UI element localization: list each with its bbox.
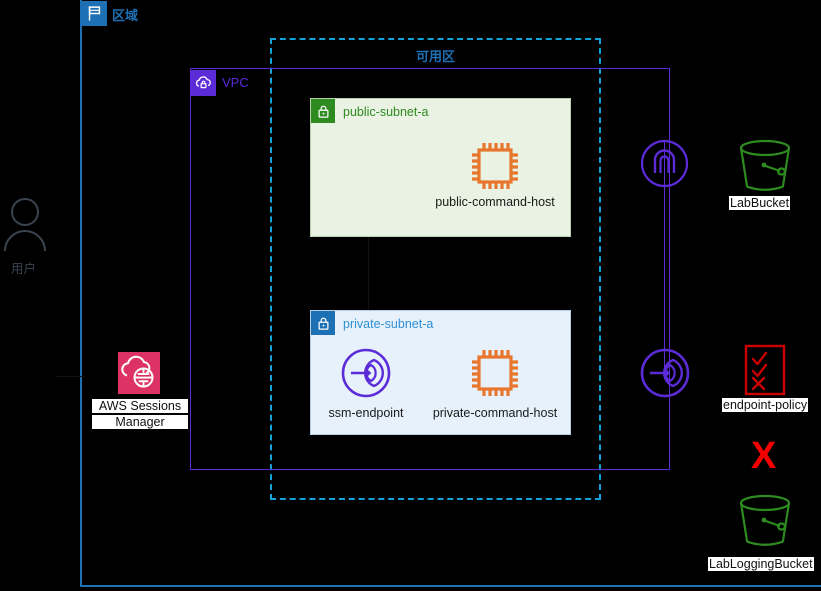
user-label: 用户 xyxy=(11,262,37,276)
sessions-manager-label-line1: AWS Sessions xyxy=(92,399,188,413)
policy-document-icon xyxy=(744,344,786,396)
vpc-endpoint-icon-interface xyxy=(640,348,690,398)
availability-zone-label: 可用区 xyxy=(415,49,455,64)
vpc-label: VPC xyxy=(222,75,249,90)
diagram-canvas: 区域 可用区 VPC 用户 AWS Sessions Manager publi… xyxy=(0,0,821,591)
ec2-instance-icon-public xyxy=(468,140,522,192)
subnet-lock-icon xyxy=(311,99,335,123)
private-subnet-label: private-subnet-a xyxy=(343,317,434,331)
endpoint-policy-label: endpoint-policy xyxy=(722,398,809,412)
vpc-gateway-endpoint-icon xyxy=(640,139,689,188)
s3-bucket-icon-logging xyxy=(736,493,794,551)
public-command-host-label: public-command-host xyxy=(435,195,555,209)
region-label: 区域 xyxy=(112,8,139,23)
public-subnet: public-subnet-a xyxy=(310,98,571,237)
region-flag-icon xyxy=(82,1,107,26)
vpc-endpoint-icon-ssm xyxy=(341,348,391,398)
private-command-host-label: private-command-host xyxy=(432,406,558,420)
public-subnet-label: public-subnet-a xyxy=(343,105,429,119)
lab-bucket-label: LabBucket xyxy=(729,196,791,210)
lab-logging-bucket-label: LabLoggingBucket xyxy=(708,557,814,571)
aws-systems-manager-icon xyxy=(118,352,160,394)
s3-bucket-icon-lab xyxy=(736,138,794,196)
user-icon xyxy=(3,197,47,253)
vpc-cloud-lock-icon xyxy=(190,70,216,96)
ec2-instance-icon-private xyxy=(468,347,522,399)
connector-user-to-region xyxy=(55,376,85,378)
subnet-lock-icon xyxy=(311,311,335,335)
sessions-manager-label-line2: Manager xyxy=(92,415,188,429)
denied-x-icon: X xyxy=(751,435,777,477)
